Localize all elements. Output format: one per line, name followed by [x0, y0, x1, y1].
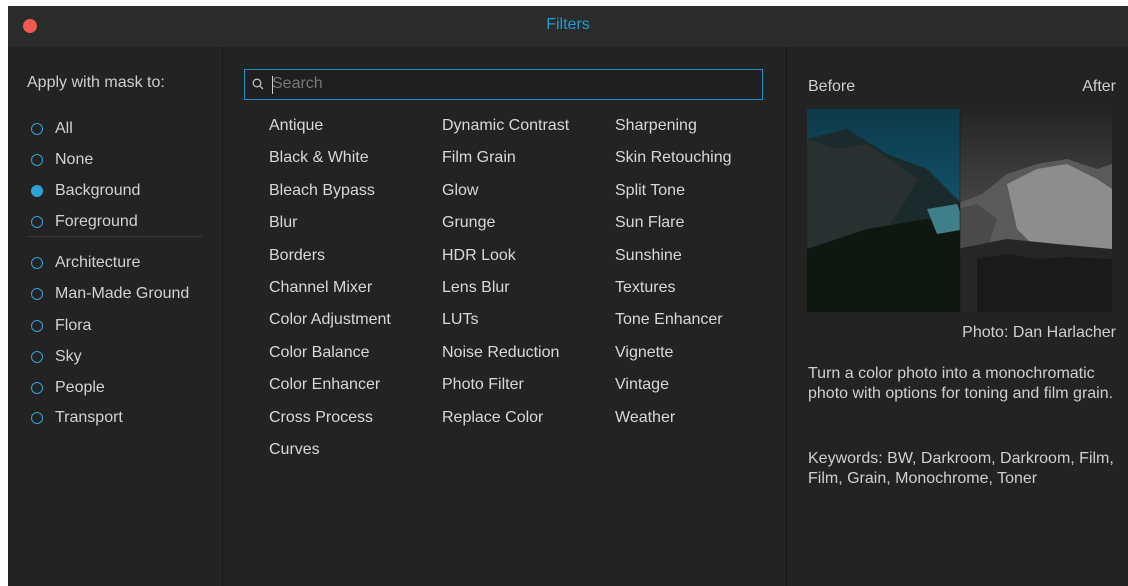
filter-item[interactable]: Color Adjustment: [269, 304, 439, 336]
divider: [27, 236, 202, 237]
filter-item[interactable]: Borders: [269, 240, 439, 272]
filter-item[interactable]: Black & White: [269, 142, 439, 174]
filter-item[interactable]: Replace Color: [442, 402, 612, 434]
filter-column-1: Antique Black & White Bleach Bypass Blur Bor…: [269, 110, 439, 466]
radio-icon[interactable]: [31, 288, 43, 300]
filter-item[interactable]: Weather: [615, 402, 785, 434]
filter-item[interactable]: Sunshine: [615, 240, 785, 272]
filter-item[interactable]: Bleach Bypass: [269, 175, 439, 207]
filter-item[interactable]: Dynamic Contrast: [442, 110, 612, 142]
filter-item[interactable]: Antique: [269, 110, 439, 142]
mask-option-label: Sky: [55, 348, 82, 365]
filter-item[interactable]: Noise Reduction: [442, 337, 612, 369]
mask-option-all[interactable]: All: [31, 118, 73, 140]
filter-item[interactable]: Textures: [615, 272, 785, 304]
filter-item[interactable]: Tone Enhancer: [615, 304, 785, 336]
preview-image: [807, 109, 1112, 312]
mask-option-flora[interactable]: Flora: [31, 315, 91, 337]
filter-item[interactable]: LUTs: [442, 304, 612, 336]
mask-option-none[interactable]: None: [31, 149, 93, 171]
mask-option-label: None: [55, 151, 94, 168]
mask-option-label: Foreground: [55, 213, 138, 230]
text-caret: [272, 76, 273, 94]
mask-option-label: Flora: [55, 317, 92, 334]
filter-item[interactable]: Photo Filter: [442, 369, 612, 401]
filter-item[interactable]: Color Balance: [269, 337, 439, 369]
filter-item[interactable]: Channel Mixer: [269, 272, 439, 304]
filter-item[interactable]: Blur: [269, 207, 439, 239]
filter-item[interactable]: Sharpening: [615, 110, 785, 142]
radio-icon[interactable]: [31, 154, 43, 166]
filter-keywords: Keywords: BW, Darkroom, Darkroom, Film, …: [808, 450, 1114, 487]
filter-item[interactable]: HDR Look: [442, 240, 612, 272]
radio-icon[interactable]: [31, 123, 43, 135]
mask-option-label: Background: [55, 182, 141, 199]
filter-item[interactable]: Curves: [269, 434, 439, 466]
mask-option-label: All: [55, 120, 73, 137]
search-input[interactable]: [272, 73, 752, 95]
mask-option-sky[interactable]: Sky: [31, 346, 82, 368]
photo-credit: Photo: Dan Harlacher: [962, 324, 1116, 341]
filter-item[interactable]: Color Enhancer: [269, 369, 439, 401]
preview-panel: Before After Photo: Dan Harlacher Turn a…: [787, 47, 1128, 586]
filter-item[interactable]: Lens Blur: [442, 272, 612, 304]
mask-option-transport[interactable]: Transport: [31, 407, 123, 429]
mask-option-label: Transport: [55, 409, 123, 426]
title-bar: Filters: [8, 6, 1128, 47]
before-label: Before: [808, 78, 856, 95]
filter-list-panel: AntiqueBlack & WhiteBleach BypassBlurBor…: [223, 47, 787, 586]
mask-heading: Apply with mask to:: [27, 74, 165, 91]
filter-item[interactable]: Cross Process: [269, 402, 439, 434]
filter-item[interactable]: Vintage: [615, 369, 785, 401]
filter-item[interactable]: Split Tone: [615, 175, 785, 207]
search-icon: [252, 78, 264, 90]
filter-item[interactable]: Vignette: [615, 337, 785, 369]
filter-column-3: Sharpening Skin Retouching Split Tone Sun F…: [615, 110, 785, 434]
filter-item[interactable]: Glow: [442, 175, 612, 207]
mask-option-label: Architecture: [55, 254, 141, 271]
mask-option-man-made-ground[interactable]: Man-Made Ground: [31, 283, 189, 305]
filter-description: Turn a color photo into a monochromatic …: [808, 365, 1114, 402]
mask-option-label: Man-Made Ground: [55, 285, 190, 302]
filter-item[interactable]: Skin Retouching: [615, 142, 785, 174]
mask-panel: Apply with mask to: All None Background …: [8, 47, 223, 586]
mask-option-foreground[interactable]: Foreground: [31, 211, 138, 233]
filter-item[interactable]: Sun Flare: [615, 207, 785, 239]
after-label: After: [1082, 78, 1116, 95]
mask-option-background[interactable]: Background: [31, 180, 140, 202]
radio-icon[interactable]: [31, 351, 43, 363]
filters-window: Filters Apply with mask to: All None Bac…: [8, 6, 1128, 586]
mask-option-people[interactable]: People: [31, 377, 105, 399]
radio-icon[interactable]: [31, 320, 43, 332]
filter-item[interactable]: Film Grain: [442, 142, 612, 174]
filter-item[interactable]: Grunge: [442, 207, 612, 239]
radio-icon[interactable]: [31, 412, 43, 424]
mask-option-architecture[interactable]: Architecture: [31, 252, 140, 274]
radio-selected-icon[interactable]: [31, 185, 43, 197]
filter-column-2: Dynamic Contrast Film Grain Glow Grunge HDR …: [442, 110, 612, 434]
window-title: Filters: [546, 16, 590, 33]
radio-icon[interactable]: [31, 382, 43, 394]
search-box[interactable]: [244, 69, 763, 100]
radio-icon[interactable]: [31, 216, 43, 228]
radio-icon[interactable]: [31, 257, 43, 269]
mask-option-label: People: [55, 379, 105, 396]
